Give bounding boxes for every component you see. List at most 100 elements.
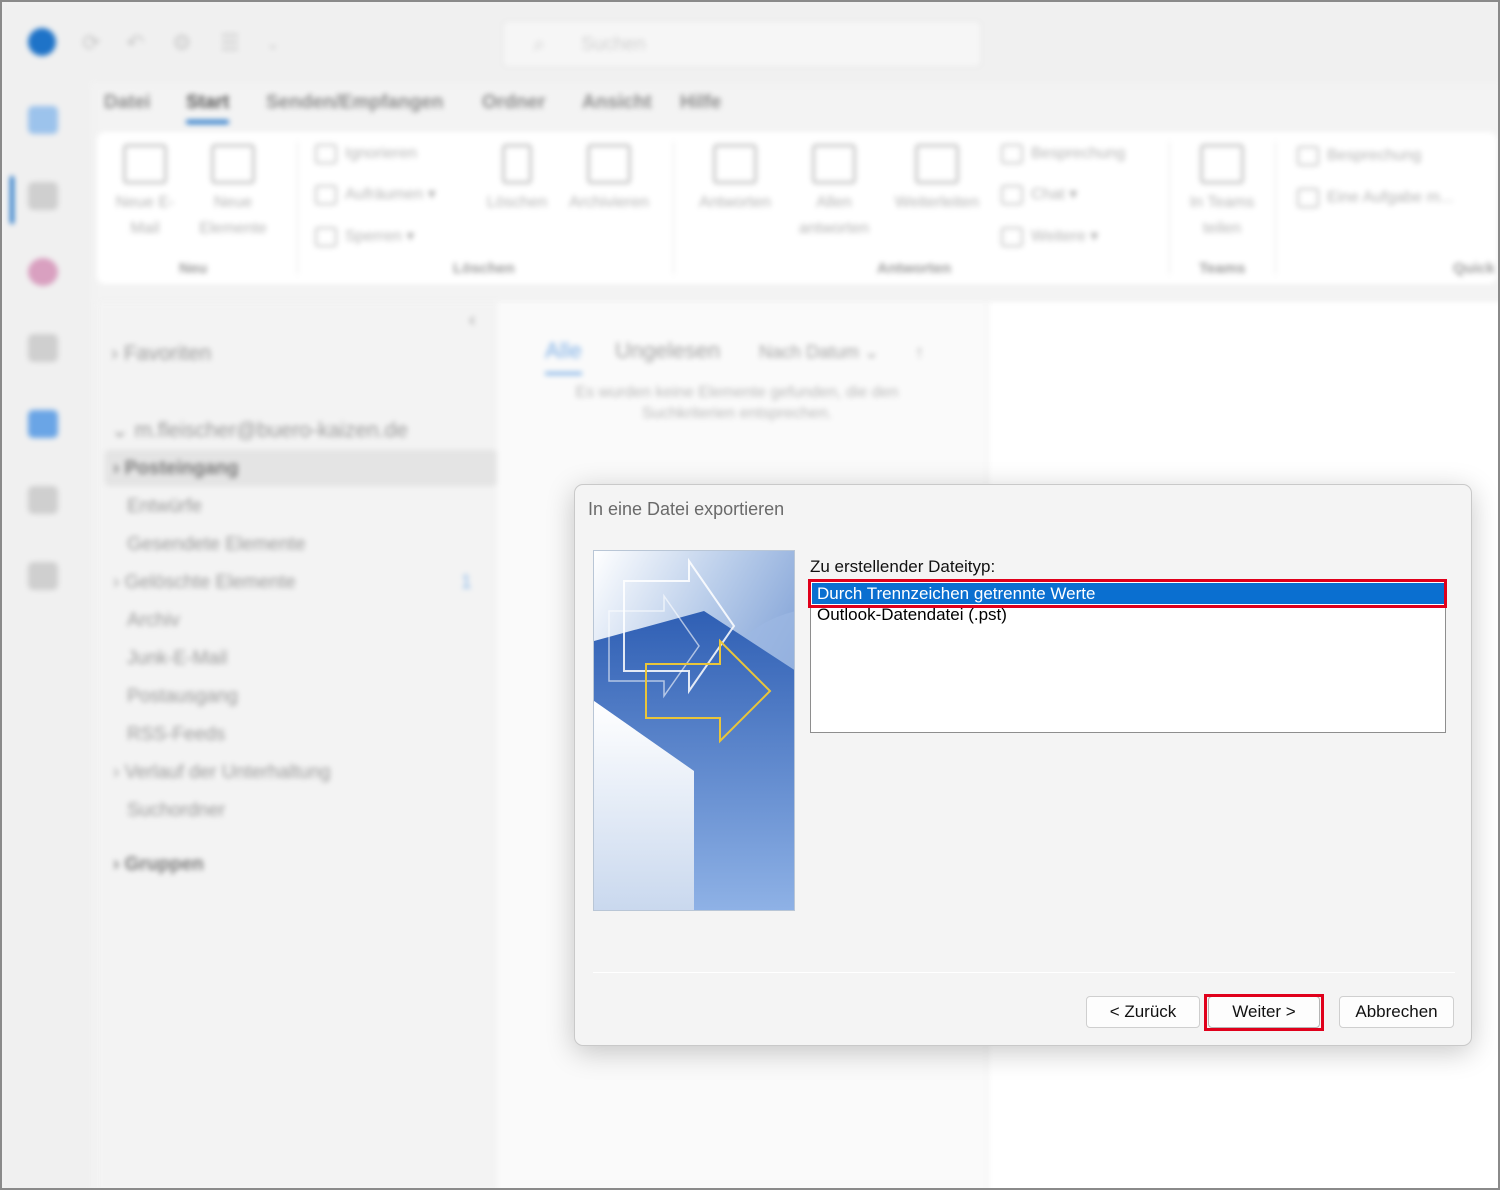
next-button[interactable]: Weiter > (1208, 996, 1320, 1028)
nav-active-indicator (10, 176, 14, 224)
copilot-icon[interactable] (28, 258, 58, 286)
sync-icon[interactable]: ⟳ (82, 30, 100, 56)
group-quick-label: Quick (1453, 260, 1495, 277)
teams-icon (1200, 144, 1244, 184)
tab-start[interactable]: Start (186, 92, 230, 124)
title-bar: ⟳ ↶ ⚙ ☰ ⌄ ⌕ Suchen (2, 2, 1498, 84)
reply-icon (713, 144, 757, 184)
org-icon[interactable] (28, 486, 58, 514)
search-box[interactable]: ⌕ Suchen (502, 20, 982, 68)
folder-sent[interactable]: Gesendete Elemente (127, 534, 306, 556)
ribbon-separator (673, 142, 674, 274)
cleanup-button[interactable]: Aufräumen ▾ (315, 184, 436, 205)
tab-ordner[interactable]: Ordner (482, 92, 545, 114)
task-icon (1297, 188, 1319, 208)
undo-icon[interactable]: ↶ (126, 30, 144, 56)
group-delete-label: Löschen (453, 260, 515, 277)
wizard-arrows-icon (594, 551, 794, 910)
chat-icon (1001, 184, 1023, 205)
option-csv[interactable]: Durch Trennzeichen getrennte Werte (812, 583, 1444, 604)
ribbon: Neue E-Mail Neue Elemente Neu Ignorieren… (97, 132, 1497, 284)
tab-all[interactable]: Alle (545, 338, 582, 375)
tab-datei[interactable]: Datei (104, 92, 150, 114)
apps-icon[interactable] (28, 562, 58, 590)
file-type-listbox[interactable]: Durch Trennzeichen getrennte Werte Outlo… (810, 581, 1446, 733)
ribbon-separator (297, 142, 298, 274)
folder-search[interactable]: Suchordner (127, 800, 225, 822)
back-button[interactable]: < Zurück (1086, 996, 1200, 1028)
quick-task-button[interactable]: Eine Aufgabe m... (1297, 188, 1453, 208)
forward-icon (915, 144, 959, 184)
archive-button[interactable]: Archivieren (559, 144, 659, 216)
chat-button[interactable]: Chat ▾ (1001, 184, 1077, 205)
reply-button[interactable]: Antworten (687, 144, 783, 216)
search-icon: ⌕ (533, 31, 546, 56)
dialog-separator (593, 972, 1455, 973)
tab-hilfe[interactable]: Hilfe (680, 92, 721, 114)
calendar-icon (1297, 146, 1319, 166)
empty-message: Es wurden keine Elemente gefunden, die d… (575, 384, 899, 422)
tab-senden-empfangen[interactable]: Senden/Empfangen (266, 92, 443, 114)
sort-direction-icon[interactable]: ↑ (915, 342, 924, 363)
folder-drafts[interactable]: Entwürfe (127, 496, 202, 518)
folder-conversation-history[interactable]: › Verlauf der Unterhaltung (113, 762, 331, 784)
mail-icon[interactable] (28, 106, 58, 134)
folder-rss[interactable]: RSS-Feeds (127, 724, 225, 746)
group-teams-label: Teams (1199, 260, 1246, 277)
calendar-icon (1001, 144, 1023, 164)
file-type-label: Zu erstellender Dateityp: (810, 557, 996, 576)
wizard-image (593, 550, 795, 911)
ignore-button[interactable]: Ignorieren (315, 144, 417, 164)
collapse-icon[interactable]: ‹ (469, 310, 475, 332)
tab-ansicht[interactable]: Ansicht (582, 92, 652, 114)
folder-outbox[interactable]: Postausgang (127, 686, 238, 708)
reply-all-button[interactable]: Allen antworten (787, 144, 881, 242)
export-dialog: In eine Datei exportieren Zu erstellende… (574, 484, 1472, 1046)
nav-rail (2, 84, 92, 1188)
chevron-down-icon[interactable]: ⌄ (266, 34, 279, 54)
favorites-section[interactable]: › Favoriten (111, 342, 211, 366)
forward-button[interactable]: Weiterleiten (885, 144, 989, 216)
delete-button[interactable]: Löschen (477, 144, 557, 216)
todo-icon[interactable] (28, 410, 58, 438)
block-icon (315, 226, 337, 247)
ignore-icon (315, 144, 337, 164)
profile-icon[interactable]: ☰ (220, 30, 240, 56)
deleted-count-badge: 1 (461, 572, 472, 593)
group-new-label: Neu (179, 260, 208, 277)
meeting-button[interactable]: Besprechung (1001, 144, 1125, 164)
search-placeholder: Suchen (581, 34, 646, 55)
more-icon (1001, 226, 1023, 247)
more-button[interactable]: Weitere ▾ (1001, 226, 1098, 247)
folder-deleted[interactable]: › Gelöschte Elemente (113, 572, 296, 594)
sort-dropdown[interactable]: Nach Datum ⌄ (759, 342, 879, 363)
option-pst[interactable]: Outlook-Datendatei (.pst) (812, 604, 1444, 625)
groups-section[interactable]: › Gruppen (113, 854, 204, 876)
quick-meeting-button[interactable]: Besprechung (1297, 146, 1421, 166)
cleanup-icon (315, 184, 337, 205)
people-icon[interactable] (28, 334, 58, 362)
settings-icon[interactable]: ⚙ (172, 30, 192, 56)
block-button[interactable]: Sperren ▾ (315, 226, 414, 247)
folder-inbox[interactable]: › Posteingang (113, 458, 239, 480)
calendar-icon[interactable] (28, 182, 58, 210)
reply-all-icon (812, 144, 856, 184)
cancel-button[interactable]: Abbrechen (1339, 996, 1454, 1028)
ribbon-separator (1275, 142, 1276, 274)
share-teams-button[interactable]: In Teams teilen (1179, 144, 1265, 242)
dialog-title: In eine Datei exportieren (588, 499, 785, 519)
group-respond-label: Antworten (877, 260, 952, 277)
outlook-logo-icon (28, 28, 56, 56)
ribbon-separator (1169, 142, 1170, 274)
folder-junk[interactable]: Junk-E-Mail (127, 648, 227, 670)
trash-icon (502, 144, 532, 184)
new-items-button[interactable]: Neue Elemente (183, 144, 283, 242)
account-section[interactable]: ⌄ m.fleischer@buero-kaizen.de (111, 418, 408, 443)
tab-unread[interactable]: Ungelesen (615, 338, 720, 364)
outlook-window: ⟳ ↶ ⚙ ☰ ⌄ ⌕ Suchen Datei Start Senden/Em… (0, 0, 1500, 1190)
new-mail-icon (123, 144, 167, 184)
archive-icon (587, 144, 631, 184)
new-items-icon (211, 144, 255, 184)
new-mail-button[interactable]: Neue E-Mail (115, 144, 175, 242)
folder-archive[interactable]: Archiv (127, 610, 180, 632)
